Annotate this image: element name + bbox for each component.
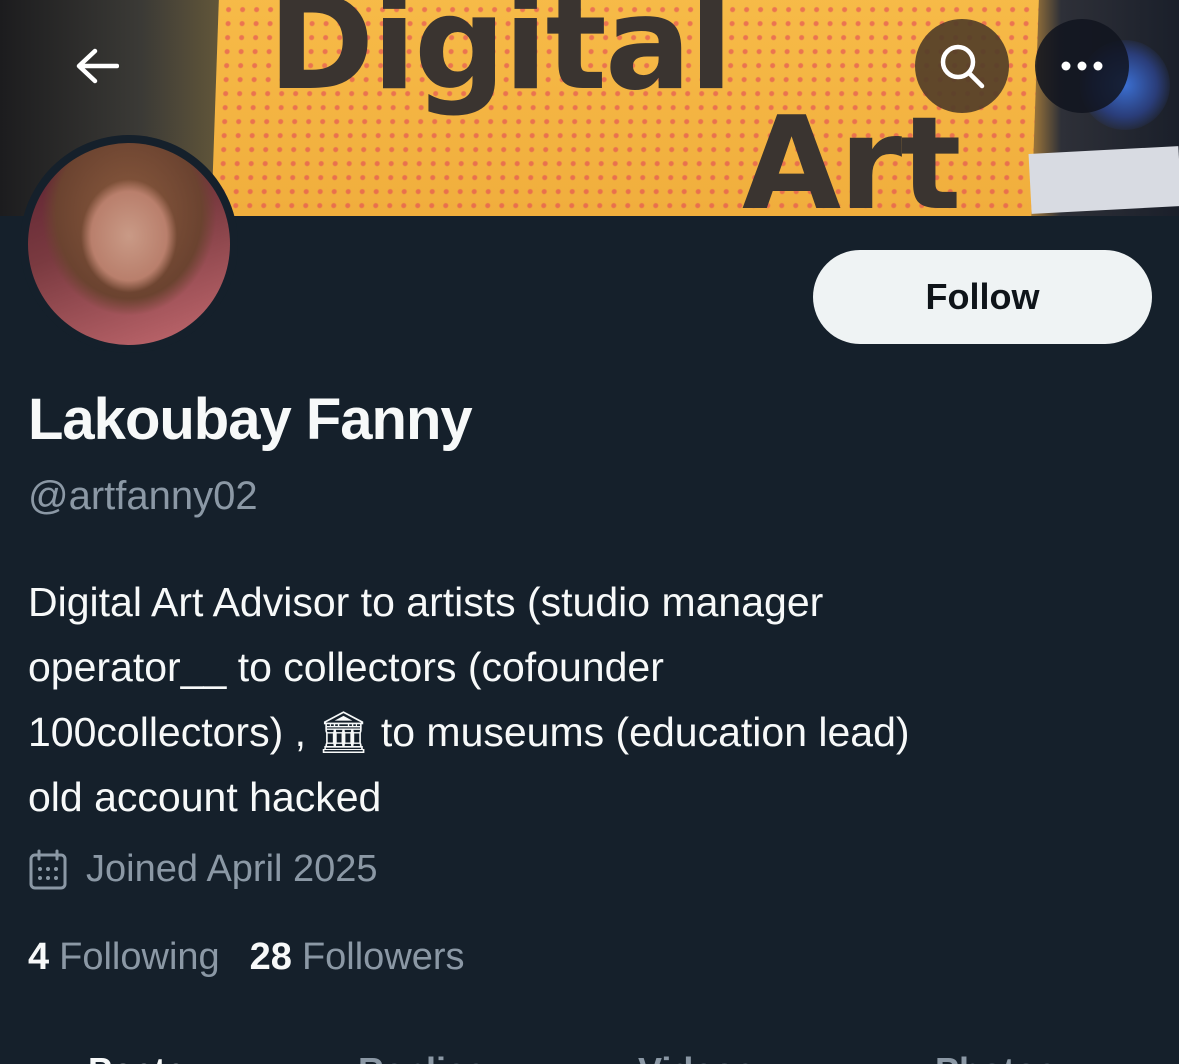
- bio-line: 100collectors) , 🏛 to museums (education…: [28, 709, 910, 755]
- follow-button[interactable]: Follow: [813, 250, 1152, 344]
- bio-line: old account hacked: [28, 774, 382, 820]
- followers-count: 28: [249, 936, 292, 978]
- tab-photos[interactable]: Photos: [935, 1050, 1057, 1064]
- followers-label: Followers: [301, 936, 465, 978]
- tab-videos[interactable]: Videos: [638, 1050, 755, 1064]
- follow-stats: 4 Following 28 Followers: [28, 936, 495, 979]
- following-count: 4: [28, 936, 50, 978]
- joined-text: Joined April 2025: [86, 848, 378, 890]
- following-label: Following: [59, 936, 220, 978]
- bio-line: Digital Art Advisor to artists (studio m…: [28, 579, 824, 625]
- calendar-icon: [29, 849, 67, 889]
- bio-line: operator__ to collectors (cofounder: [28, 644, 664, 690]
- tab-replies[interactable]: Replies: [358, 1050, 486, 1064]
- profile-bio: Digital Art Advisor to artists (studio m…: [28, 570, 1148, 830]
- arrow-left-icon: [76, 48, 119, 84]
- avatar[interactable]: [20, 135, 238, 353]
- more-dots-icon: [1061, 61, 1103, 71]
- followers-link[interactable]: 28 Followers: [250, 936, 465, 979]
- display-name: Lakoubay Fanny: [28, 387, 473, 452]
- joined-date: Joined April 2025: [28, 848, 378, 891]
- banner-paper: [1028, 146, 1179, 214]
- tab-posts[interactable]: Posts: [88, 1050, 186, 1064]
- more-options-button[interactable]: [1035, 19, 1129, 113]
- avatar-photo: [28, 143, 230, 345]
- banner-text-digital: Digital: [268, 0, 733, 119]
- search-button[interactable]: [915, 19, 1009, 113]
- banner-text-art: Art: [742, 90, 961, 216]
- back-button[interactable]: [50, 19, 144, 113]
- following-link[interactable]: 4 Following: [28, 936, 220, 979]
- search-icon: [940, 44, 985, 89]
- profile-tabs: Posts Replies Videos Photos: [0, 1040, 1179, 1064]
- user-handle: @artfanny02: [28, 474, 258, 518]
